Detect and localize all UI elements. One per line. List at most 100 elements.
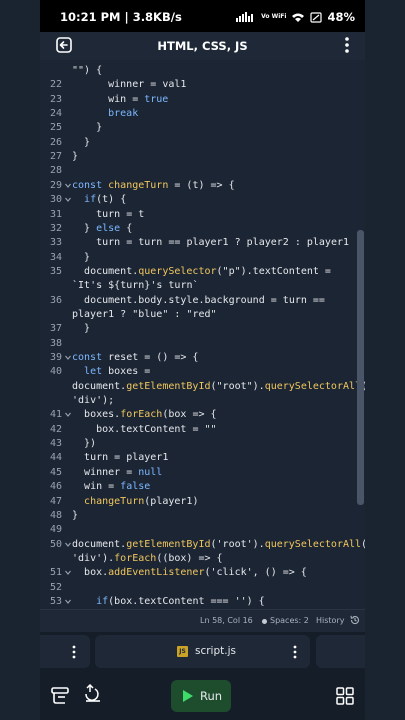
code-line[interactable]: 27}	[40, 150, 365, 164]
code-line[interactable]: 46 win = false	[40, 480, 365, 494]
code-line[interactable]: "") {	[40, 64, 365, 78]
line-number: 22	[49, 79, 62, 91]
tab-next[interactable]	[316, 635, 365, 668]
code-line[interactable]: 51 box.addEventListener('click', () => {	[40, 566, 365, 580]
code-line[interactable]: 39 const reset = () => {	[40, 351, 365, 365]
fold-chevron-icon[interactable]	[64, 540, 72, 550]
code-line[interactable]: 22 winner = val1	[40, 78, 365, 92]
code-text: win = true	[108, 93, 169, 105]
code-text: const changeTurn = (t) => {	[72, 179, 235, 191]
fold-chevron-icon[interactable]	[64, 353, 72, 363]
code-text: win = false	[84, 481, 151, 493]
line-number: 39	[49, 352, 62, 363]
code-line[interactable]: 43 })	[40, 437, 365, 451]
code-line[interactable]: 29 const changeTurn = (t) => {	[40, 179, 365, 193]
play-icon	[183, 690, 193, 702]
history-icon[interactable]	[349, 614, 361, 626]
code-line[interactable]: 33 turn = turn == player1 ? player2 : pl…	[40, 236, 365, 250]
fold-chevron-icon[interactable]	[64, 181, 72, 191]
upload-icon[interactable]	[83, 684, 103, 704]
line-number: 31	[49, 208, 62, 220]
code-line[interactable]: 34 }	[40, 251, 365, 265]
fold-chevron-icon[interactable]	[64, 410, 72, 420]
line-number: 24	[49, 108, 62, 120]
code-line[interactable]: 41 boxes.forEach(box => {	[40, 408, 365, 422]
code-line[interactable]: 36 document.body.style.background = turn…	[40, 294, 365, 308]
code-line[interactable]: 28	[40, 164, 365, 178]
indent-setting[interactable]: Spaces: 2	[270, 616, 309, 625]
more-vertical-icon[interactable]	[293, 645, 297, 659]
app-header: HTML, CSS, JS	[40, 32, 365, 60]
code-text: turn = player1	[84, 452, 169, 464]
line-number: 46	[49, 481, 62, 493]
layers-icon[interactable]	[50, 686, 70, 706]
code-line[interactable]: 44 turn = player1	[40, 451, 365, 465]
code-line[interactable]: 52	[40, 581, 365, 595]
line-number: 25	[49, 122, 62, 134]
history-button[interactable]: History	[316, 616, 344, 625]
code-line[interactable]: 'div');	[40, 394, 365, 408]
code-line[interactable]: document.getElementById("root").querySel…	[40, 380, 365, 394]
project-title: HTML, CSS, JS	[157, 39, 248, 53]
code-line[interactable]: 49	[40, 523, 365, 537]
code-line[interactable]: 35 document.querySelector("p").textConte…	[40, 265, 365, 279]
code-line[interactable]: 50 document.getElementById('root').queryS…	[40, 538, 365, 552]
code-line[interactable]: 30 if(t) {	[40, 193, 365, 207]
code-line[interactable]: 32 } else {	[40, 222, 365, 236]
fold-chevron-icon[interactable]	[64, 195, 72, 205]
sim-icon	[310, 11, 323, 23]
code-text: }	[72, 151, 79, 163]
code-line[interactable]: `It's ${turn}'s turn`	[40, 279, 365, 293]
code-line[interactable]: 47 changeTurn(player1)	[40, 495, 365, 509]
code-line[interactable]: 'div').forEach((box) => {	[40, 552, 365, 566]
code-text: document.body.style.background = turn ==	[84, 294, 325, 306]
code-line[interactable]: 23 win = true	[40, 93, 365, 107]
code-text: if(box.textContent === '') {	[96, 595, 265, 607]
run-button[interactable]: Run	[171, 680, 231, 712]
code-line[interactable]: 24 break	[40, 107, 365, 121]
tab-options-left[interactable]	[40, 635, 90, 668]
line-number: 51	[49, 567, 62, 579]
code-text: }	[72, 323, 91, 335]
code-text: turn = t	[96, 208, 145, 220]
code-text: document.querySelector("p").textContent …	[84, 265, 331, 277]
line-number: 53	[49, 595, 62, 607]
code-text: `It's ${turn}'s turn`	[72, 280, 199, 292]
more-vertical-icon[interactable]	[72, 645, 76, 659]
grid-icon[interactable]	[335, 686, 355, 706]
line-number: 41	[49, 409, 62, 421]
code-text: }	[72, 136, 91, 148]
fold-chevron-icon[interactable]	[64, 597, 72, 607]
line-number: 29	[49, 179, 62, 191]
code-line[interactable]: 53 if(box.textContent === '') {	[40, 595, 365, 609]
tab-script-js[interactable]: JS script.js	[95, 635, 310, 668]
code-line[interactable]: 38	[40, 337, 365, 351]
code-line[interactable]: 25 }	[40, 121, 365, 135]
js-file-icon: JS	[177, 646, 188, 657]
volte-wifi-label: Vo WiFi	[261, 13, 287, 20]
line-number: 50	[49, 538, 62, 550]
tab-label: script.js	[195, 645, 236, 657]
more-vertical-icon[interactable]	[337, 34, 357, 56]
code-text: document.getElementById('root').querySel…	[72, 538, 365, 550]
code-text: 'div').forEach((box) => {	[72, 552, 223, 564]
line-number: 49	[49, 524, 62, 536]
line-number: 33	[49, 237, 62, 249]
status-time-speed: 10:21 PM | 3.8KB/s	[60, 10, 182, 24]
code-text: winner = null	[84, 466, 163, 478]
code-line[interactable]: 31 turn = t	[40, 208, 365, 222]
code-line[interactable]: 26 }	[40, 136, 365, 150]
code-text: player1 ? "blue" : "red"	[72, 308, 217, 320]
code-line[interactable]: 42 box.textContent = ""	[40, 423, 365, 437]
code-line[interactable]: 48}	[40, 509, 365, 523]
code-line[interactable]: player1 ? "blue" : "red"	[40, 308, 365, 322]
code-text: }	[72, 509, 79, 521]
wifi-icon	[292, 13, 305, 22]
editor-scrollbar[interactable]	[357, 230, 364, 505]
fold-chevron-icon[interactable]	[64, 568, 72, 578]
background-right-panel	[365, 0, 405, 720]
code-line[interactable]: 45 winner = null	[40, 466, 365, 480]
code-line[interactable]: 40 let boxes =	[40, 365, 365, 379]
code-editor[interactable]: "") {22 winner = val1 23 win = true 24 bre…	[40, 60, 365, 638]
code-line[interactable]: 37 }	[40, 322, 365, 336]
